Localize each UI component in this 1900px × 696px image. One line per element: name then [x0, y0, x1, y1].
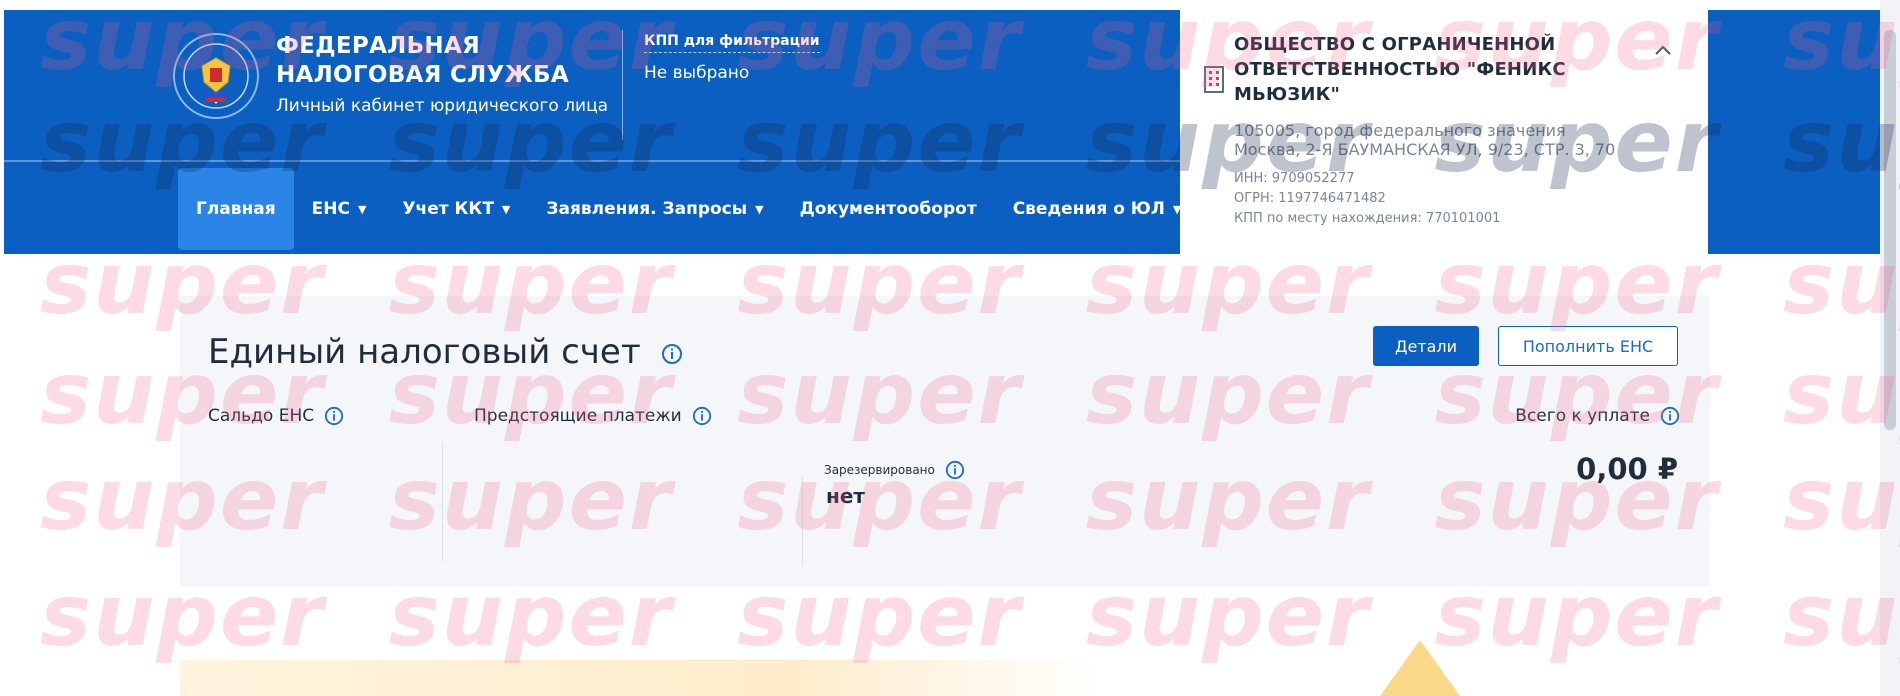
total-due-amount: 0,00 ₽: [1576, 452, 1678, 486]
org-address: 105005, город федерального значения Моск…: [1234, 121, 1616, 159]
total-due-label: Всего к уплате: [1515, 406, 1680, 426]
upcoming-payments-label: Предстоящие платежи: [474, 406, 712, 426]
reserved-value: нет: [826, 484, 865, 508]
brand-divider: [622, 30, 623, 140]
column-divider: [442, 442, 443, 562]
brand-title-line2: НАЛОГОВАЯ СЛУЖБА: [276, 62, 569, 88]
ens-title-text: Единый налоговый счет: [208, 332, 641, 372]
reserved-label: Зарезервировано: [824, 460, 965, 480]
nav-item-label: Главная: [196, 199, 276, 219]
caret-down-icon: ▼: [755, 202, 764, 216]
saldo-label: Сальдо ЕНС: [208, 406, 344, 426]
column-divider: [802, 476, 803, 566]
info-icon[interactable]: [324, 406, 344, 426]
caret-down-icon: ▼: [357, 202, 367, 216]
main-nav: Главная ЕНС ▼ Учет ККТ ▼ Заявления. Запр…: [178, 168, 1199, 250]
nav-item-home[interactable]: Главная: [178, 168, 294, 250]
nav-item-label: ЕНС: [311, 199, 350, 219]
ens-card: Единый налоговый счет Детали Пополнить Е…: [180, 296, 1710, 586]
ens-title: Единый налоговый счет: [208, 332, 683, 372]
nav-item-requests[interactable]: Заявления. Запросы ▼: [528, 168, 781, 250]
brand-title-line1: ФЕДЕРАЛЬНАЯ: [276, 33, 481, 59]
kpp-filter-label[interactable]: КПП для фильтрации: [644, 33, 820, 53]
building-icon: [1204, 66, 1224, 93]
details-button[interactable]: Детали: [1373, 326, 1479, 366]
nav-item-label: Сведения о ЮЛ: [1012, 199, 1165, 219]
info-icon[interactable]: [692, 406, 712, 426]
kpp-filter-value[interactable]: Не выбрано: [644, 63, 749, 83]
scrollbar-thumb[interactable]: [1884, 30, 1896, 430]
nav-item-ens[interactable]: ЕНС ▼: [294, 168, 385, 250]
nav-item-documents[interactable]: Документооборот: [782, 168, 995, 250]
nav-item-company-info[interactable]: Сведения о ЮЛ ▼: [995, 168, 1200, 250]
brand-title[interactable]: ФЕДЕРАЛЬНАЯ НАЛОГОВАЯ СЛУЖБА: [276, 32, 569, 90]
nav-item-label: Заявления. Запросы: [546, 199, 748, 219]
nav-item-kkt[interactable]: Учет ККТ ▼: [384, 168, 528, 250]
org-kpp: КПП по месту нахождения: 770101001: [1234, 211, 1501, 226]
topup-ens-button[interactable]: Пополнить ЕНС: [1498, 326, 1678, 366]
saldo-label-text: Сальдо ЕНС: [208, 406, 315, 426]
info-icon[interactable]: [661, 343, 683, 365]
org-panel[interactable]: ОБЩЕСТВО С ОГРАНИЧЕННОЙ ОТВЕТСТВЕННОСТЬЮ…: [1180, 10, 1708, 258]
reserved-label-text: Зарезервировано: [824, 463, 935, 477]
org-name: ОБЩЕСТВО С ОГРАНИЧЕННОЙ ОТВЕТСТВЕННОСТЬЮ…: [1234, 34, 1566, 105]
total-due-text: Всего к уплате: [1515, 406, 1650, 426]
org-ogrn: ОГРН: 1197746471482: [1234, 191, 1386, 206]
info-icon[interactable]: [945, 460, 965, 480]
org-inn: ИНН: 9709052277: [1234, 171, 1355, 186]
header-divider: [4, 160, 1180, 162]
promo-banner-edge: [180, 660, 1710, 696]
upcoming-payments-text: Предстоящие платежи: [474, 406, 682, 426]
nav-item-label: Документооборот: [799, 199, 977, 219]
brand-subtitle: Личный кабинет юридического лица: [276, 96, 609, 116]
chevron-up-icon[interactable]: [1652, 40, 1674, 62]
caret-down-icon: ▼: [501, 202, 511, 216]
fns-emblem-logo[interactable]: [172, 32, 260, 120]
org-meta: ИНН: 9709052277 ОГРН: 1197746471482 КПП …: [1234, 169, 1668, 229]
nav-item-label: Учет ККТ: [402, 199, 494, 219]
warning-triangle-icon: [1380, 640, 1460, 696]
info-icon[interactable]: [1660, 406, 1680, 426]
